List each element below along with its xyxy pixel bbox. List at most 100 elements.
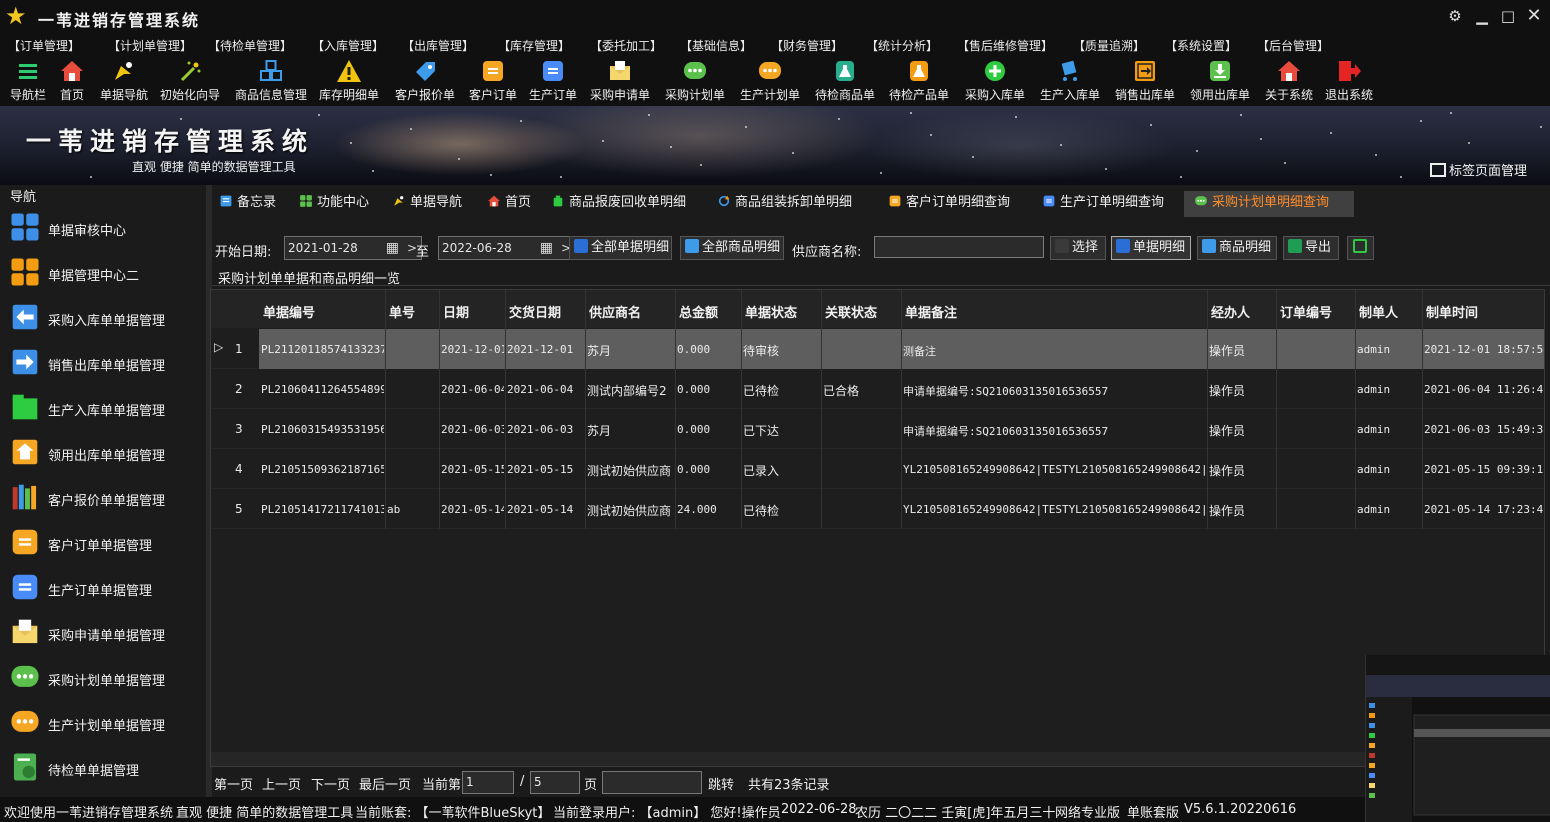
sidebar-item-12[interactable]: 待检单单据管理 — [0, 745, 206, 790]
doc-detail-button[interactable]: 单据明细 — [1111, 236, 1191, 260]
sidebar-item-5[interactable]: 领用出库单单据管理 — [0, 430, 206, 475]
toolbar-button-5[interactable]: 库存明细单 — [314, 58, 385, 104]
sidebar-item-0[interactable]: 单据审核中心 — [0, 205, 206, 250]
maximize-icon[interactable]: □ — [1497, 5, 1519, 27]
table-row[interactable]: 2 PL210604112645548990 2021-06-04 2021-06-0… — [211, 369, 1544, 409]
end-date-picker[interactable]: 2022-06-28 ▦ > — [438, 236, 576, 260]
column-header-status[interactable]: 单据状态 — [745, 302, 797, 321]
menu-item-4[interactable]: 【出库管理】 — [402, 37, 474, 54]
close-icon[interactable]: ✕ — [1523, 5, 1545, 27]
toolbar-button-6[interactable]: 客户报价单 — [390, 58, 461, 104]
sidebar-item-1[interactable]: 单据管理中心二 — [0, 250, 206, 295]
select-button[interactable]: 选择 — [1050, 236, 1106, 260]
column-header-id[interactable]: 单据编号 — [263, 302, 315, 321]
toolbar-button-8[interactable]: 生产订单 — [524, 58, 582, 104]
tab-4[interactable]: 商品报废回收单明细 — [551, 191, 686, 217]
toolbar-button-0[interactable]: 导航栏 — [6, 58, 51, 104]
export-button[interactable]: 导出 — [1283, 236, 1339, 260]
sidebar-item-6[interactable]: 客户报价单单据管理 — [0, 475, 206, 520]
menu-item-9[interactable]: 【统计分析】 — [866, 37, 938, 54]
toolbar-button-9[interactable]: 采购申请单 — [585, 58, 656, 104]
table-row[interactable]: ▷ 1 PL211201185741332379 2021-12-01 2021-12-… — [211, 329, 1544, 369]
calendar-icon[interactable]: ▦ — [386, 240, 399, 256]
menu-item-8[interactable]: 【财务管理】 — [771, 37, 843, 54]
window-preview-thumbnail[interactable] — [1365, 655, 1550, 822]
menu-item-7[interactable]: 【基础信息】 — [680, 37, 752, 54]
sidebar-item-11[interactable]: 生产计划单单据管理 — [0, 700, 206, 745]
toolbar-button-18[interactable]: 关于系统 — [1260, 58, 1318, 104]
toolbar-button-10[interactable]: 采购计划单 — [660, 58, 731, 104]
sidebar-item-4[interactable]: 生产入库单单据管理 — [0, 385, 206, 430]
toolbar-button-11[interactable]: 生产计划单 — [735, 58, 806, 104]
column-header-remark[interactable]: 单据备注 — [905, 302, 957, 321]
menu-item-11[interactable]: 【质量追溯】 — [1073, 37, 1145, 54]
column-header-time[interactable]: 制单时间 — [1426, 302, 1478, 321]
sidebar-item-9[interactable]: 采购申请单单据管理 — [0, 610, 206, 655]
column-header-order[interactable]: 订单编号 — [1280, 302, 1332, 321]
goods-detail-button[interactable]: 商品明细 — [1197, 236, 1277, 260]
column-header-delivery[interactable]: 交货日期 — [509, 302, 561, 321]
column-header-handler[interactable]: 经办人 — [1211, 302, 1250, 321]
toolbar-button-1[interactable]: 首页 — [52, 58, 92, 104]
sidebar-item-3[interactable]: 销售出库单单据管理 — [0, 340, 206, 385]
column-header-rel[interactable]: 关联状态 — [825, 302, 877, 321]
sidebar-item-10[interactable]: 采购计划单单据管理 — [0, 655, 206, 700]
column-header-maker[interactable]: 制单人 — [1359, 302, 1398, 321]
tab-2[interactable]: 单据导航 — [392, 191, 462, 217]
menu-item-13[interactable]: 【后台管理】 — [1257, 37, 1329, 54]
prev-page-link[interactable]: 上一页 — [262, 774, 301, 793]
jump-button[interactable]: 跳转 — [708, 774, 734, 793]
supplier-input[interactable] — [874, 236, 1044, 258]
calendar-icon[interactable]: ▦ — [540, 240, 553, 256]
toolbar-button-19[interactable]: 退出系统 — [1320, 58, 1378, 104]
column-header-amount[interactable]: 总金额 — [679, 302, 718, 321]
toolbar-button-7[interactable]: 客户订单 — [464, 58, 522, 104]
toolbar-button-3[interactable]: 初始化向导 — [155, 58, 226, 104]
menu-item-12[interactable]: 【系统设置】 — [1165, 37, 1237, 54]
table-row[interactable]: 4 PL210515093621871650 2021-05-15 2021-05-1… — [211, 449, 1544, 489]
tab-3[interactable]: 首页 — [487, 191, 531, 217]
menu-item-2[interactable]: 【待检单管理】 — [208, 37, 292, 54]
column-header-no[interactable]: 单号 — [389, 302, 415, 321]
first-page-link[interactable]: 第一页 — [214, 774, 253, 793]
menu-item-3[interactable]: 【入库管理】 — [312, 37, 384, 54]
jump-page-input[interactable] — [602, 771, 702, 794]
toolbar-button-13[interactable]: 待检产品单 — [884, 58, 955, 104]
menu-item-6[interactable]: 【委托加工】 — [590, 37, 662, 54]
tab-1[interactable]: 功能中心 — [299, 191, 369, 217]
toolbar-button-12[interactable]: 待检商品单 — [810, 58, 881, 104]
start-date-picker[interactable]: 2021-01-28 ▦ > — [284, 236, 422, 260]
menu-item-0[interactable]: 【订单管理】 — [8, 37, 80, 54]
all-goods-button[interactable]: 全部商品明细 — [680, 236, 784, 260]
sidebar-item-7[interactable]: 客户订单单据管理 — [0, 520, 206, 565]
menu-item-1[interactable]: 【计划单管理】 — [108, 37, 192, 54]
tab-manager-button[interactable]: 标签页面管理 — [1430, 160, 1527, 179]
minimize-icon[interactable]: ▁ — [1471, 5, 1493, 27]
toolbar-button-14[interactable]: 采购入库单 — [960, 58, 1031, 104]
tab-8[interactable]: 采购计划单明细查询 — [1184, 191, 1354, 217]
horizontal-scrollbar[interactable] — [211, 752, 1544, 766]
column-header-date[interactable]: 日期 — [443, 302, 469, 321]
tab-5[interactable]: 商品组装拆卸单明细 — [717, 191, 852, 217]
tab-0[interactable]: 备忘录 — [219, 191, 276, 217]
sidebar-item-8[interactable]: 生产订单单据管理 — [0, 565, 206, 610]
all-docs-button[interactable]: 全部单据明细 — [569, 236, 672, 260]
toolbar-button-16[interactable]: 销售出库单 — [1110, 58, 1181, 104]
restore-button[interactable] — [1347, 236, 1374, 260]
last-page-link[interactable]: 最后一页 — [359, 774, 411, 793]
menu-item-5[interactable]: 【库存管理】 — [498, 37, 570, 54]
toolbar-button-2[interactable]: 单据导航 — [95, 58, 153, 104]
sidebar-item-2[interactable]: 采购入库单单据管理 — [0, 295, 206, 340]
toolbar-button-17[interactable]: 领用出库单 — [1185, 58, 1256, 104]
next-page-link[interactable]: 下一页 — [311, 774, 350, 793]
current-page-input[interactable]: 1 — [462, 771, 514, 794]
toolbar-button-15[interactable]: 生产入库单 — [1035, 58, 1106, 104]
table-row[interactable]: 3 PL210603154935319569 2021-06-03 2021-06-0… — [211, 409, 1544, 449]
settings-icon[interactable]: ⚙ — [1444, 5, 1466, 27]
tab-7[interactable]: 生产订单明细查询 — [1042, 191, 1164, 217]
menu-item-10[interactable]: 【售后维修管理】 — [957, 37, 1053, 54]
tab-6[interactable]: 客户订单明细查询 — [888, 191, 1010, 217]
toolbar-button-4[interactable]: 商品信息管理 — [229, 58, 313, 104]
table-row[interactable]: 5 PL210514172117410138 ab 2021-05-14 2021-05… — [211, 489, 1544, 529]
column-header-supplier[interactable]: 供应商名 — [589, 302, 641, 321]
